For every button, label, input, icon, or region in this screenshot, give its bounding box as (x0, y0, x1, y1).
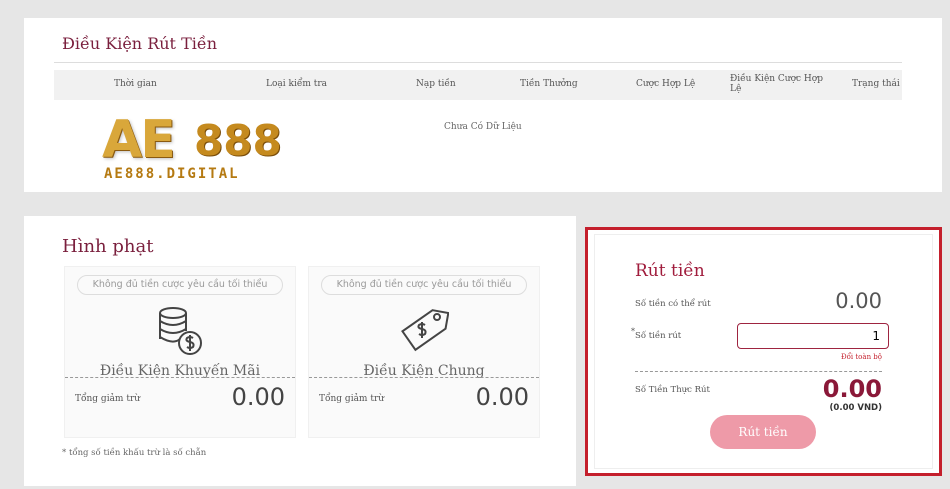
general-notice-pill: Không đủ tiền cược yêu cầu tối thiểu (321, 275, 527, 295)
withdraw-card: Rút tiền Số tiền có thể rút 0.00 * Số ti… (585, 227, 942, 476)
col-check-type: Loại kiểm tra (266, 79, 328, 89)
col-bonus: Tiền Thưởng (520, 79, 578, 89)
available-amount-value: 0.00 (835, 289, 882, 313)
col-deposit: Nạp tiền (416, 79, 456, 89)
ae888-logo: AE 888 AE888.DIGITAL (102, 114, 282, 184)
promo-total-value: 0.00 (231, 383, 285, 411)
col-time: Thời gian (114, 79, 157, 89)
col-valid-bet-condition: Điều Kiện Cược Hợp Lệ (730, 74, 823, 94)
price-tag-icon (401, 309, 449, 352)
conditions-table-header: Thời gian Loại kiểm tra Nạp tiền Tiền Th… (54, 70, 902, 100)
conditions-divider (54, 62, 902, 63)
actual-amount-value: 0.00 (822, 375, 882, 403)
general-total-value: 0.00 (475, 383, 529, 411)
withdraw-panel: Rút tiền Số tiền có thể rút 0.00 * Số ti… (594, 234, 933, 469)
coins-dollar-icon (159, 307, 202, 355)
logo-888-text: 888 (194, 116, 282, 165)
logo-ae-text: AE (102, 110, 176, 170)
withdraw-divider (635, 371, 882, 372)
actual-amount-vnd: (0.00 VND) (829, 403, 882, 413)
withdraw-amount-label: Số tiền rút (635, 331, 682, 341)
general-divider (309, 377, 539, 378)
withdraw-button[interactable]: Rút tiền (710, 415, 816, 449)
withdraw-title: Rút tiền (635, 261, 705, 281)
available-amount-label: Số tiền có thể rút (635, 299, 711, 309)
general-condition-box: Không đủ tiền cược yêu cầu tối thiểu Điề… (308, 266, 540, 438)
penalty-title: Hình phạt (62, 236, 154, 257)
withdraw-conditions-card: Điều Kiện Rút Tiền Thời gian Loại kiểm t… (24, 18, 942, 192)
penalty-card: Hình phạt Không đủ tiền cược yêu cầu tối… (24, 216, 576, 486)
change-all-link[interactable]: Đổi toàn bộ (841, 353, 882, 361)
promo-condition-box: Không đủ tiền cược yêu cầu tối thiểu Điề… (64, 266, 296, 438)
promo-notice-pill: Không đủ tiền cược yêu cầu tối thiểu (77, 275, 283, 295)
col-status: Trạng thái (852, 79, 900, 89)
logo-domain-text: AE888.DIGITAL (104, 166, 240, 182)
conditions-title: Điều Kiện Rút Tiền (62, 34, 217, 53)
penalty-footnote: * tổng số tiền khấu trừ là số chẵn (62, 448, 207, 458)
withdraw-amount-input[interactable] (737, 323, 889, 349)
promo-total-label: Tổng giảm trừ (75, 394, 141, 404)
general-total-label: Tổng giảm trừ (319, 394, 385, 404)
empty-data-text: Chưa Có Dữ Liệu (444, 122, 522, 132)
actual-amount-label: Số Tiền Thực Rút (635, 385, 710, 395)
promo-divider (65, 377, 295, 378)
col-valid-bet: Cược Hợp Lệ (636, 79, 696, 89)
